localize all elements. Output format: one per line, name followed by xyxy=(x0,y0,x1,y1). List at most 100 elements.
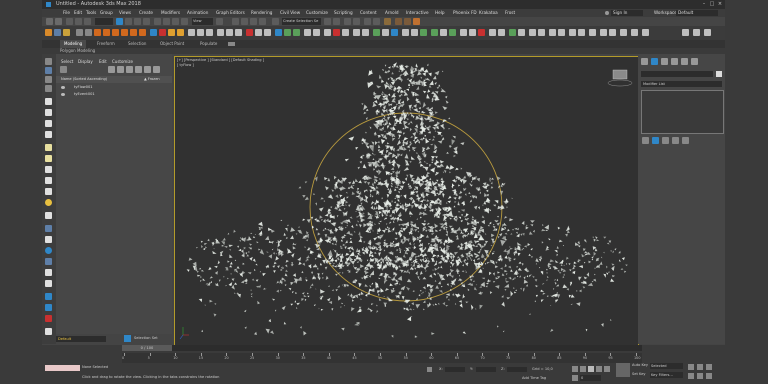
left-tool-15-icon[interactable] xyxy=(45,212,52,219)
plugin-icon-34[interactable] xyxy=(362,29,369,36)
ribbon-tab-populate[interactable]: Populate xyxy=(200,40,217,48)
modifier-list-dropdown[interactable]: Modifier List xyxy=(641,81,722,87)
plugin-icon-47[interactable] xyxy=(489,29,496,36)
go-to-start-icon[interactable] xyxy=(572,366,578,372)
plugin-icon-50[interactable] xyxy=(518,29,525,36)
menu-views[interactable]: Views xyxy=(119,9,131,17)
plugin-icon-8[interactable] xyxy=(112,29,119,36)
scene-menu-display[interactable]: Display xyxy=(78,58,93,65)
z-field[interactable] xyxy=(507,367,527,372)
menu-content[interactable]: Content xyxy=(360,9,377,17)
plugin-icon-56[interactable] xyxy=(578,29,585,36)
plugin-icon-58[interactable] xyxy=(600,29,607,36)
link-icon[interactable] xyxy=(66,18,73,25)
plugin-icon-21[interactable] xyxy=(235,29,242,36)
maxscript-listener-box[interactable] xyxy=(45,365,80,371)
left-tool-12-icon[interactable] xyxy=(45,177,52,184)
select-by-name-icon[interactable] xyxy=(125,18,132,25)
filter-icon[interactable] xyxy=(60,66,67,73)
plugin-icon-51[interactable] xyxy=(529,29,536,36)
layer-icon[interactable] xyxy=(124,335,131,342)
plugin-icon-19[interactable] xyxy=(217,29,224,36)
plugin-icon-16[interactable] xyxy=(188,29,195,36)
plugin-icon-15[interactable] xyxy=(177,29,184,36)
plugin-icon-9[interactable] xyxy=(121,29,128,36)
key-mode-icon[interactable] xyxy=(572,375,578,381)
menu-animation[interactable]: Animation xyxy=(187,9,208,17)
scene-menu-customize[interactable]: Customize xyxy=(112,58,133,65)
render-setup-icon[interactable] xyxy=(395,18,402,25)
plugin-icon-64[interactable] xyxy=(693,29,700,36)
scene-item[interactable]: tyFlow001 xyxy=(56,84,172,91)
left-tool-18-icon[interactable] xyxy=(45,247,52,254)
plugin-icon-46[interactable] xyxy=(478,29,485,36)
hierarchy-tab-icon[interactable] xyxy=(661,58,668,65)
create-tab-icon[interactable] xyxy=(641,58,648,65)
left-tool-4-icon[interactable] xyxy=(45,85,52,92)
menu-help[interactable]: Help xyxy=(435,9,445,17)
mirror-icon[interactable] xyxy=(324,18,331,25)
left-tool-25-icon[interactable] xyxy=(45,328,52,335)
plugin-icon-35[interactable] xyxy=(373,29,380,36)
menu-create[interactable]: Create xyxy=(139,9,153,17)
plugin-icon-17[interactable] xyxy=(197,29,204,36)
left-tool-20-icon[interactable] xyxy=(45,269,52,276)
plugin-icon-14[interactable] xyxy=(168,29,175,36)
show-end-result-icon[interactable] xyxy=(652,137,659,144)
ribbon-tab-selection[interactable]: Selection xyxy=(128,40,146,48)
plugin-icon-41[interactable] xyxy=(431,29,438,36)
scene-item[interactable]: tyEvent001 xyxy=(56,91,172,98)
plugin-icon-38[interactable] xyxy=(402,29,409,36)
ribbon-tab-object-paint[interactable]: Object Paint xyxy=(160,40,184,48)
orbit-icon[interactable] xyxy=(688,373,694,379)
go-to-end-icon[interactable] xyxy=(604,366,610,372)
left-tool-11-icon[interactable] xyxy=(45,166,52,173)
key-target-dropdown[interactable]: Selected xyxy=(650,363,683,369)
menu-file[interactable]: File xyxy=(63,9,70,17)
menu-civil-view[interactable]: Civil View xyxy=(280,9,300,17)
plugin-icon-63[interactable] xyxy=(682,29,689,36)
plugin-icon-42[interactable] xyxy=(440,29,447,36)
set-key-button[interactable]: Set Key xyxy=(632,372,646,376)
left-tool-3-icon[interactable] xyxy=(45,76,52,83)
menu-interactive[interactable]: Interactive xyxy=(406,9,429,17)
eye-icon[interactable] xyxy=(61,93,65,96)
key-filters-button[interactable]: Key Filters... xyxy=(650,372,683,378)
plugin-icon-57[interactable] xyxy=(589,29,596,36)
plugin-icon-26[interactable] xyxy=(284,29,291,36)
left-tool-13-icon[interactable] xyxy=(45,188,52,195)
ribbon-tab-modeling[interactable]: Modeling xyxy=(60,40,87,48)
plugin-icon-55[interactable] xyxy=(569,29,576,36)
plugin-icon-12[interactable] xyxy=(150,29,157,36)
filter-cameras-icon[interactable] xyxy=(135,66,142,73)
scale-icon[interactable] xyxy=(172,18,179,25)
plugin-icon-23[interactable] xyxy=(255,29,262,36)
plugin-icon-2[interactable] xyxy=(54,29,61,36)
set-key-icon[interactable] xyxy=(616,363,630,377)
add-time-tag[interactable]: Add Time Tag xyxy=(522,376,546,380)
viewport-perspective[interactable]: [+] [Perspective ] [Standard ] [Default … xyxy=(174,56,639,347)
selection-filter-dropdown[interactable] xyxy=(95,18,113,25)
zoom-icon[interactable] xyxy=(688,364,694,370)
filter-lights-icon[interactable] xyxy=(126,66,133,73)
redo-icon[interactable] xyxy=(55,18,62,25)
object-name-field[interactable] xyxy=(641,71,713,77)
menu-rendering[interactable]: Rendering xyxy=(251,9,272,17)
plugin-icon-54[interactable] xyxy=(558,29,565,36)
menu-scripting[interactable]: Scripting xyxy=(334,9,353,17)
left-tool-22-icon[interactable] xyxy=(45,293,52,300)
column-frozen[interactable]: ▲ Frozen xyxy=(144,76,160,83)
ribbon-toggle-icon[interactable] xyxy=(353,18,360,25)
menu-krakatoa[interactable]: Krakatoa xyxy=(479,9,498,17)
menu-arnold[interactable]: Arnold xyxy=(385,9,399,17)
left-tool-23-icon[interactable] xyxy=(45,304,52,311)
plugin-icon-10[interactable] xyxy=(130,29,137,36)
plugin-icon-11[interactable] xyxy=(139,29,146,36)
snap-icon[interactable] xyxy=(232,18,239,25)
plugin-icon-61[interactable] xyxy=(631,29,638,36)
maximize-viewport-icon[interactable] xyxy=(706,373,712,379)
workspace-dropdown[interactable]: Default xyxy=(676,10,718,16)
plugin-icon-31[interactable] xyxy=(333,29,340,36)
plugin-icon-22[interactable] xyxy=(246,29,253,36)
bind-spacewarp-icon[interactable] xyxy=(84,18,91,25)
